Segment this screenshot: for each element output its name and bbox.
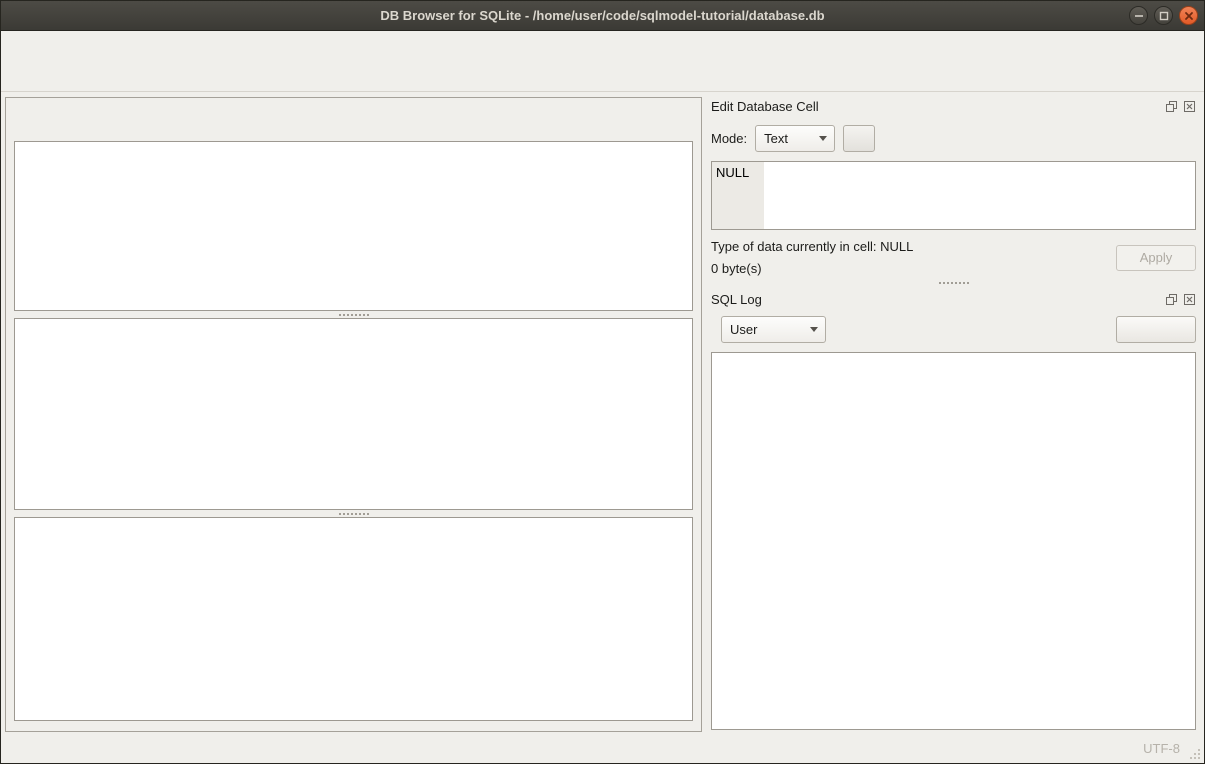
maximize-button[interactable] — [1154, 6, 1173, 25]
titlebar[interactable]: DB Browser for SQLite - /home/user/code/… — [1, 1, 1204, 31]
sql-toolbar — [14, 104, 693, 134]
sql-log-controls: User — [711, 316, 1196, 343]
content-area: Edit Database Cell Mode: Text NULL T — [1, 92, 1204, 734]
execution-status-box — [14, 517, 693, 721]
splitter-results-status[interactable] — [14, 510, 693, 517]
apply-button[interactable]: Apply — [1116, 245, 1196, 271]
execute-sql-panel — [5, 97, 702, 732]
log-filter-select[interactable]: User — [721, 316, 826, 343]
splitter-editor-results[interactable] — [14, 311, 693, 318]
statusbar: UTF-8 — [1, 734, 1204, 763]
mode-select[interactable]: Text — [755, 125, 835, 152]
sql-editor[interactable] — [14, 141, 693, 311]
clear-log-button[interactable] — [1116, 316, 1196, 343]
mode-select-value: Text — [764, 131, 788, 146]
main-toolbar — [1, 55, 1204, 92]
dock-close-icon[interactable] — [1182, 99, 1196, 113]
cell-info-row: Type of data currently in cell: NULL 0 b… — [711, 239, 1196, 276]
apply-settings-button[interactable] — [843, 125, 875, 152]
encoding-indicator: UTF-8 — [1143, 741, 1180, 756]
cell-type-text: Type of data currently in cell: NULL — [711, 239, 913, 254]
results-grid — [14, 318, 693, 510]
window-title: DB Browser for SQLite - /home/user/code/… — [1, 8, 1204, 23]
cell-info: Type of data currently in cell: NULL 0 b… — [711, 239, 913, 276]
cell-value-editor[interactable]: NULL — [711, 161, 1196, 230]
edit-cell-title: Edit Database Cell — [711, 99, 1160, 114]
cell-value: NULL — [716, 165, 749, 180]
sql-log-view[interactable] — [711, 352, 1196, 730]
sql-log-dock-header: SQL Log — [711, 289, 1196, 309]
cell-size-text: 0 byte(s) — [711, 261, 913, 276]
dock-close-icon[interactable] — [1182, 292, 1196, 306]
left-pane — [5, 92, 702, 732]
dock-float-icon[interactable] — [1164, 99, 1178, 113]
chevron-down-icon — [812, 136, 834, 141]
dock-float-icon[interactable] — [1164, 292, 1178, 306]
splitter-docks[interactable] — [711, 276, 1196, 289]
app-window: DB Browser for SQLite - /home/user/code/… — [0, 0, 1205, 764]
edit-cell-dock-header: Edit Database Cell — [711, 96, 1196, 116]
sql-log-title: SQL Log — [711, 292, 1160, 307]
menubar — [1, 31, 1204, 55]
chevron-down-icon — [803, 327, 825, 332]
resize-grip[interactable] — [1189, 748, 1201, 760]
minimize-button[interactable] — [1129, 6, 1148, 25]
right-pane: Edit Database Cell Mode: Text NULL T — [702, 92, 1196, 732]
close-button[interactable] — [1179, 6, 1198, 25]
log-filter-value: User — [730, 322, 757, 337]
cell-mode-row: Mode: Text — [711, 124, 1196, 152]
mode-label: Mode: — [711, 131, 747, 146]
window-controls — [1129, 6, 1198, 25]
